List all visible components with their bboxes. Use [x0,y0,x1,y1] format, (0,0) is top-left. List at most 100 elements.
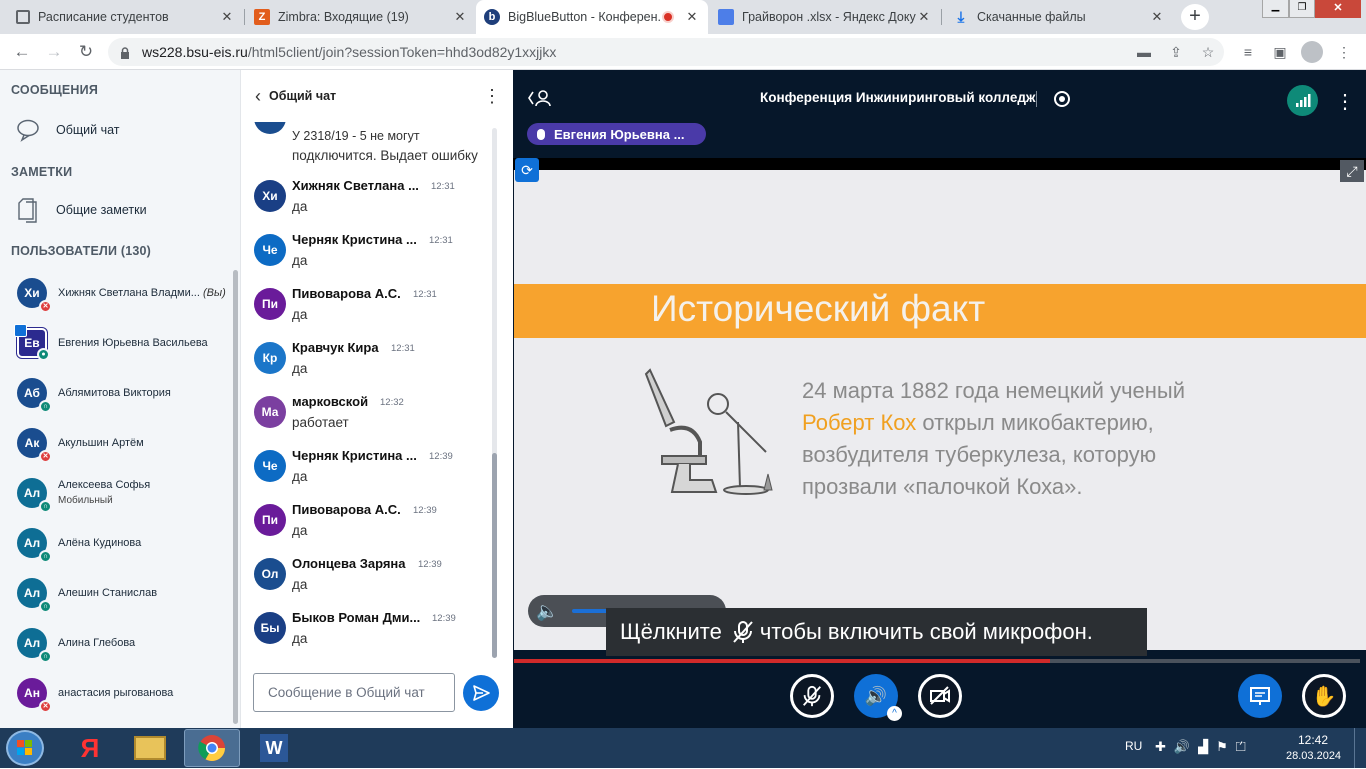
chat-header: ‹ Общий чат ⋮ [241,70,514,122]
users-scrollbar[interactable] [233,270,238,724]
browser-menu-icon[interactable]: ⋮ [1335,43,1353,61]
show-desktop-button[interactable] [1354,728,1366,768]
connection-status-button[interactable] [1287,85,1318,116]
message-time: 12:31 [431,181,455,192]
user-list-item[interactable]: Ал ∩ Алина Глебова [17,623,232,663]
bookmark-star-icon[interactable]: ☆ [1199,43,1217,61]
slide-text-line: возбудителя туберкулеза, которую [802,442,1157,467]
hide-chat-button[interactable]: ‹ Общий чат [255,87,336,105]
minimize-button[interactable]: ▁ [1262,0,1289,18]
chat-message-input[interactable]: Сообщение в Общий чат [253,673,455,712]
message-author: Олонцева Заряна [292,556,406,571]
public-chat-item[interactable]: Общий чат [16,118,120,142]
avatar-initials: Хи [24,286,40,300]
avatar-initials: Хи [262,189,278,203]
tab-downloads[interactable]: ⤓ Скачанные файлы ✕ [945,0,1173,34]
avatar-initials: Пи [261,513,278,527]
clock-time[interactable]: 12:42 [1298,733,1328,747]
message-author: Пивоварова А.С. [292,286,401,301]
user-list-item[interactable]: Хи ✕ Хижняк Светлана Владми... (Вы) [17,273,232,313]
toggle-user-list-button[interactable] [527,88,553,108]
profile-avatar[interactable] [1301,41,1323,63]
tray-icons[interactable]: ✚🔊▟⚑⏍ [1155,739,1254,755]
file-explorer-taskbar-icon[interactable] [122,729,178,767]
start-button[interactable] [6,730,44,766]
url-text[interactable]: ws228.bsu-eis.ru/html5client/join?sessio… [142,44,556,60]
message-text: да [292,577,308,592]
message-time: 12:39 [432,613,456,624]
user-list-item[interactable]: Ал ∩ Алёна Кудинова [17,523,232,563]
clock-date[interactable]: 28.03.2024 [1286,750,1341,762]
presentation-button[interactable] [1238,674,1282,718]
close-tab-icon[interactable]: ✕ [916,9,932,25]
close-window-button[interactable]: ✕ [1315,0,1361,18]
camera-blocked-icon[interactable]: ▬ [1135,43,1153,61]
yandex-browser-taskbar-icon[interactable]: Я [62,729,118,767]
headphones-icon: ∩ [39,600,52,613]
recording-indicator-icon [662,11,674,23]
word-taskbar-icon[interactable]: W [246,729,302,767]
user-name-text: Алексеева Софья [58,479,151,491]
maximize-button[interactable]: ❐ [1289,0,1315,18]
tab-schedule[interactable]: Расписание студентов ✕ [8,0,243,34]
share-icon[interactable]: ⇪ [1167,43,1185,61]
user-list-item[interactable]: Ан ✕ анастасия рыгованова [17,673,232,713]
user-list-item[interactable]: Аб ∩ Аблямитова Виктория [17,373,232,413]
shared-notes-item[interactable]: Общие заметки [16,196,147,224]
you-label: (Вы) [202,286,226,299]
close-tab-icon[interactable]: ✕ [1149,9,1165,25]
avatar-initials: Че [262,459,278,473]
forward-icon[interactable]: → [44,42,64,62]
unmute-mic-button[interactable] [790,674,834,718]
volume-icon[interactable]: 🔈 [536,601,558,621]
lock-icon[interactable] [120,46,130,59]
avatar: Ал ∩ [17,578,52,613]
close-tab-icon[interactable]: ✕ [219,9,235,25]
audio-button[interactable]: 🔊 ^ [854,674,902,721]
new-tab-button[interactable]: + [1181,4,1209,30]
url-path: /html5client/join?sessionToken=hhd3od82y… [247,44,557,60]
audio-options-chevron-icon[interactable]: ^ [887,706,902,721]
send-message-button[interactable] [463,675,499,711]
document-icon [18,198,37,223]
message-author: Пивоварова А.С. [292,502,401,517]
back-icon[interactable]: ← [12,42,32,62]
video-band [513,158,1366,170]
recording-icon[interactable] [1054,91,1070,107]
tab-bigbluebutton[interactable]: b BigBlueButton - Конферен... ✕ [476,0,708,34]
chat-options-icon[interactable]: ⋮ [483,86,501,107]
raise-hand-button[interactable]: ✋ [1302,674,1346,718]
zimbra-icon: Z [254,9,270,25]
talking-indicator[interactable]: Евгения Юрьевна ... [527,123,706,145]
user-list-item[interactable]: Ев ● Евгения Юрьевна Васильева [14,323,232,363]
chrome-taskbar-icon[interactable] [184,729,240,767]
presentation-icon [1250,687,1270,705]
user-list-item[interactable]: Ал ∩ Алексеева Софья Мобильный [17,473,232,513]
chat-scrollbar-thumb[interactable] [492,453,497,658]
close-tab-icon[interactable]: ✕ [684,9,700,25]
close-tab-icon[interactable]: ✕ [452,9,468,25]
meeting-options-icon[interactable]: ⋮ [1335,89,1355,114]
speaker-icon: 🔊 [864,685,888,706]
swap-layout-button[interactable]: ⟳ [515,158,539,182]
tab-zimbra[interactable]: Z Zimbra: Входящие (19) ✕ [246,0,476,34]
reading-list-icon[interactable]: ≡ [1239,43,1257,61]
tab-yandex-docs[interactable]: Грайворон .xlsx - Яндекс Доку ✕ [710,0,940,34]
reload-icon[interactable]: ↻ [76,42,96,62]
slide-text-line: прозвали «палочкой Коха». [802,474,1083,499]
user-list-item[interactable]: Ак ✕ Акульшин Артём [17,423,232,463]
avatar-initials: Ма [261,405,279,419]
user-name: Алина Глебова [58,636,136,649]
user-list-item[interactable]: Ал ∩ Алешин Станислав [17,573,232,613]
chat-scrollbar[interactable] [492,128,497,658]
input-language[interactable]: RU [1125,739,1142,753]
download-icon: ⤓ [957,8,965,26]
share-webcam-button[interactable] [918,674,962,718]
fullscreen-icon[interactable]: ⤢ [1340,160,1364,182]
user-name: Алешин Станислав [58,586,158,599]
avatar-initials: Кр [262,351,278,365]
users-count: (130) [120,244,152,258]
side-panel-icon[interactable]: ▣ [1271,43,1289,61]
avatar [254,122,286,134]
microphone-off-icon [733,621,753,643]
